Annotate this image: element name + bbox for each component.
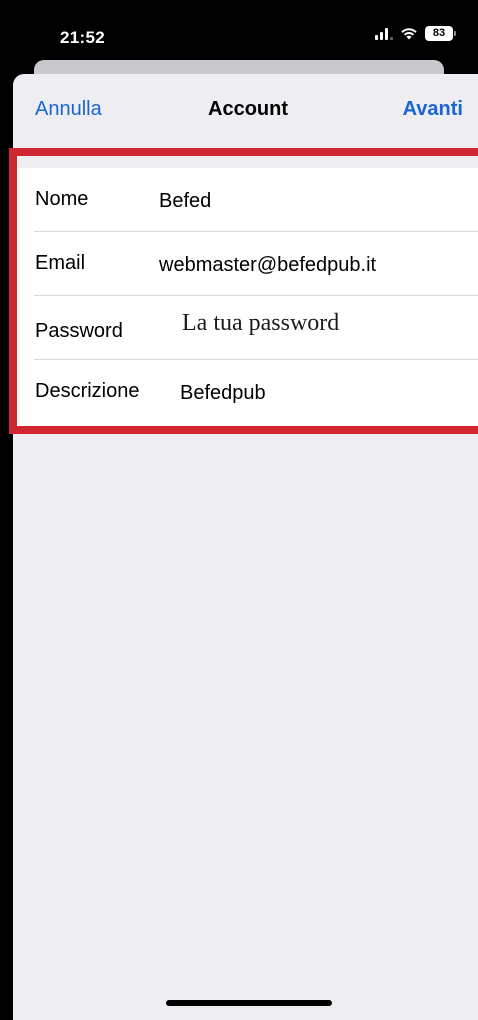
name-row[interactable]: Nome Befed: [13, 168, 478, 232]
description-label: Descrizione: [35, 380, 140, 402]
status-bar: 21:52 83: [0, 0, 478, 62]
home-indicator[interactable]: [166, 1000, 332, 1006]
account-sheet: Annulla Account Avanti Nome Befed Email …: [13, 74, 478, 1020]
phone-screen: 21:52 83 Annulla Account Avanti Nome Bef…: [0, 0, 478, 1020]
battery-icon: 83: [425, 26, 456, 41]
email-field[interactable]: webmaster@befedpub.it: [159, 254, 376, 277]
battery-level: 83: [425, 26, 453, 41]
signal-icon: [375, 27, 393, 40]
password-label: Password: [35, 320, 123, 342]
password-row[interactable]: Password La tua password: [13, 296, 478, 360]
name-field[interactable]: Befed: [159, 190, 211, 213]
next-button[interactable]: Avanti: [403, 98, 463, 121]
wifi-icon: [401, 28, 417, 40]
name-label: Nome: [35, 188, 89, 210]
password-field[interactable]: La tua password: [182, 310, 339, 337]
status-time: 21:52: [60, 28, 105, 47]
email-label: Email: [35, 252, 86, 274]
email-row[interactable]: Email webmaster@befedpub.it: [13, 232, 478, 296]
account-form: Nome Befed Email webmaster@befedpub.it P…: [13, 168, 478, 426]
nav-bar: Annulla Account Avanti: [13, 74, 478, 142]
status-icons: 83: [375, 26, 456, 41]
description-field[interactable]: Befedpub: [180, 382, 266, 405]
description-row[interactable]: Descrizione Befedpub: [13, 360, 478, 424]
